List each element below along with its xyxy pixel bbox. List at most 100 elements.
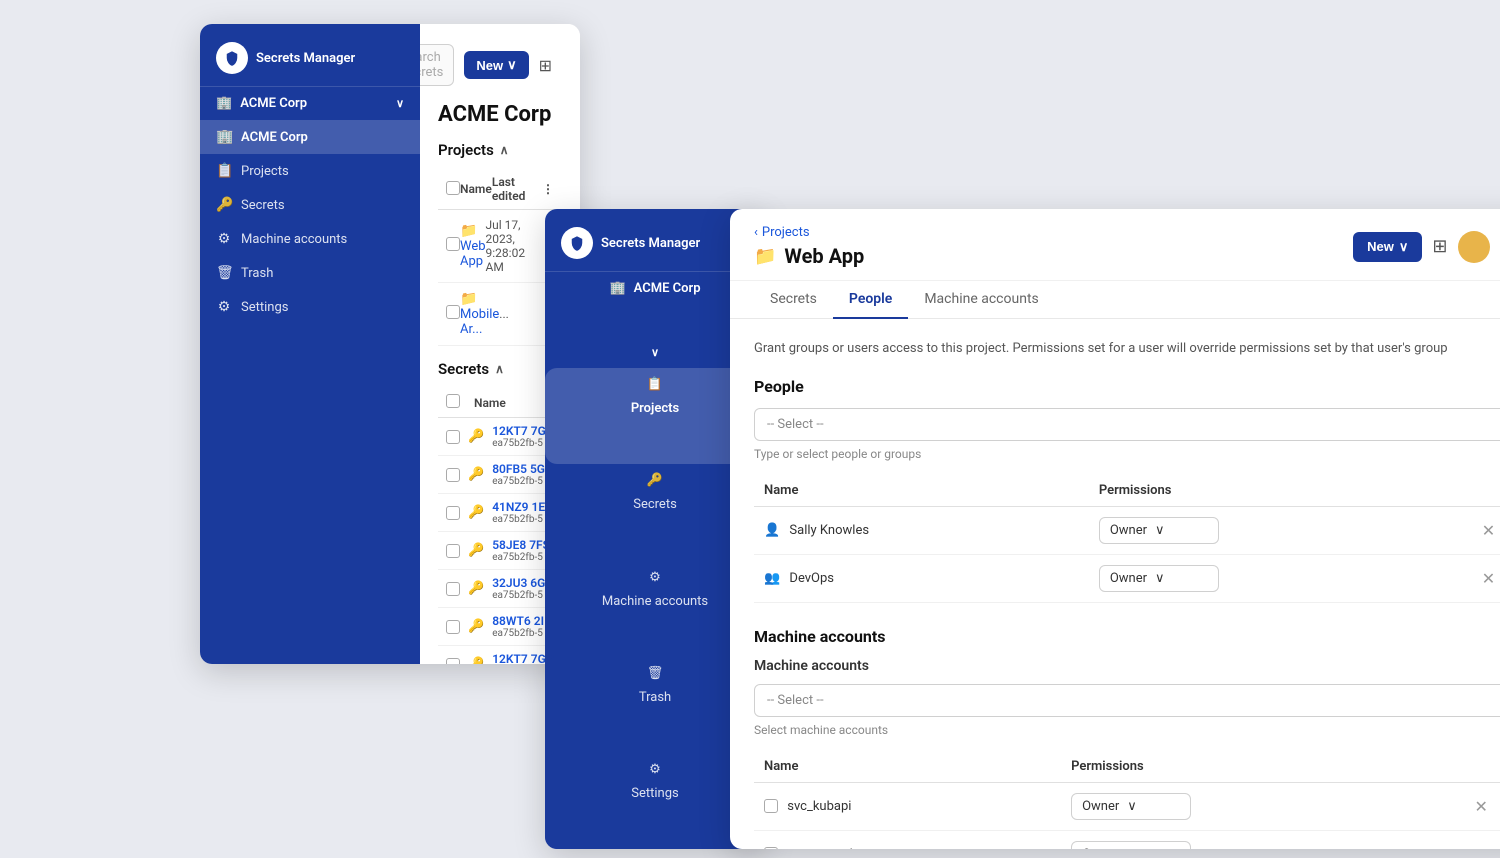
perm-select-kubapi[interactable]: Owner ∨ [1071,793,1191,820]
logo-text-mid: Secrets Manager [601,236,700,251]
acme-icon-mid: 🏢 [609,281,625,296]
sidebar-item-trash-back[interactable]: 🗑 Trash [200,256,420,290]
logo-area-back: Secrets Manager [200,24,420,87]
tab-secrets[interactable]: Secrets [754,281,833,319]
front-topbar-left: ‹ Projects 📁 Web App [754,225,864,268]
folder-icon-mobile: 📁 [460,291,477,307]
project-row-webapp[interactable]: 📁Web App Jul 17, 2023, 9:28:02 AM ⋮ [438,210,562,283]
people-name-sally: 👤 Sally Knowles [754,506,1089,554]
actions-col-header: ⋮ [542,182,554,196]
grid-icon-back[interactable]: ⊞ [539,56,552,75]
logo-text-back: Secrets Manager [256,51,355,66]
perm-select-gmeetl[interactable]: Owner ∨ [1071,841,1191,850]
secret-row-4[interactable]: 🔑58JE8 7FSea75b2fb-5 [438,532,562,570]
machine-row-kubapi: svc_kubapi Owner ∨ ✕ [754,782,1500,830]
new-button-front[interactable]: New ∨ [1353,232,1422,262]
machine-row-gmeetl: svc_gmeetl Owner ∨ ✕ [754,830,1500,849]
people-perm-devops: Owner ∨ [1089,554,1464,602]
machine-table: Name Permissions svc_kubapi [754,751,1500,850]
people-section-title: People [754,377,1500,396]
machine-perm-gmeetl: Owner ∨ [1061,830,1456,849]
page-title-back: ACME Corp [438,102,562,127]
nav-label-projects-mid: Projects [631,401,679,416]
remove-button-devops[interactable]: ✕ [1474,567,1500,590]
project-link-webapp[interactable]: Web App [460,239,486,269]
settings-nav-icon: ⚙ [216,299,232,315]
machine-name-gmeetl: svc_gmeetl [754,830,1061,849]
acme-nav-back[interactable]: 🏢 ACME Corp ∨ [200,87,420,120]
page-title-front: 📁 Web App [754,244,864,268]
machine-select[interactable]: -- Select -- ∨ [754,684,1500,717]
sidebar-back: Secrets Manager 🏢 ACME Corp ∨ 🏢 ACME Cor… [200,24,420,664]
machine-check-gmeetl[interactable] [764,847,778,849]
select-all-check-back[interactable] [446,181,460,195]
nav-label-machine: Machine accounts [241,232,347,247]
people-select-add-row: -- Select -- ∨ Add [754,408,1500,441]
key-icon-2: 🔑 [468,467,484,482]
chevron-down-perm-kubapi: ∨ [1127,799,1137,814]
select-placeholder-people: -- Select -- [767,417,824,432]
trash-icon-mid: 🗑 [647,666,664,681]
chevron-down-icon-back: ∨ [396,97,404,110]
people-table: Name Permissions 👤 Sally Knowles Own [754,475,1500,603]
search-box-back[interactable]: 🔍 Search secrets [420,44,454,86]
folder-title-icon: 📁 [754,246,776,267]
chevron-projects-icon: ∧ [500,143,509,157]
logo-shield-mid [561,227,593,259]
secret-row-7[interactable]: 🔑12KT7 7Gea75b2fb-5 [438,646,562,664]
edited-col-header: Last edited [492,175,542,203]
projects-nav-icon: 📋 [216,163,232,179]
people-select[interactable]: -- Select -- ∨ [754,408,1500,441]
tab-people[interactable]: People [833,281,908,319]
perm-select-devops[interactable]: Owner ∨ [1099,565,1219,592]
secret-row-6[interactable]: 🔑88WT6 2Iea75b2fb-5 [438,608,562,646]
back-card: Secrets Manager 🏢 ACME Corp ∨ 🏢 ACME Cor… [200,24,580,664]
secret-row-5[interactable]: 🔑32JU3 6Gea75b2fb-5 [438,570,562,608]
key-icon-1: 🔑 [468,429,484,444]
secret-row-2[interactable]: 🔑80FB5 5Gea75b2fb-5 [438,456,562,494]
people-hint-text: Type or select people or groups [754,447,1500,461]
project-link-mobile[interactable]: Mobile Ar... [460,307,499,337]
machine-check-kubapi[interactable] [764,799,778,813]
project-edited-mobile: ... [499,307,541,321]
new-button-back[interactable]: New ∨ [464,51,528,79]
trash-nav-icon: 🗑 [216,265,232,281]
machine-hint-text: Select machine accounts [754,723,1500,737]
sidebar-item-secrets-back[interactable]: 🔑 Secrets [200,188,420,222]
machine-section: Machine accounts Machine accounts -- Sel… [754,627,1500,850]
project-edited-webapp: Jul 17, 2023, 9:28:02 AM [486,218,541,274]
key-icon-7: 🔑 [468,657,484,664]
description-text: Grant groups or users access to this pro… [754,339,1500,359]
remove-button-gmeetl[interactable]: ✕ [1466,843,1495,850]
sidebar-item-settings-back[interactable]: ⚙ Settings [200,290,420,324]
people-perm-sally: Owner ∨ [1089,506,1464,554]
name-col-header: Name [460,182,492,196]
remove-button-sally[interactable]: ✕ [1474,519,1500,542]
secrets-section-back: Secrets ∧ Name 🔑12KT7 7Gea75b2fb-5 🔑80FB… [438,360,562,664]
breadcrumb[interactable]: ‹ Projects [754,225,864,240]
sidebar-item-acme-back[interactable]: 🏢 ACME Corp [200,120,420,154]
people-remove-sally: ✕ [1464,506,1500,554]
people-name-header: Name [754,475,1089,507]
perm-select-sally[interactable]: Owner ∨ [1099,517,1219,544]
chevron-left-icon: ‹ [754,225,758,240]
select-all-secrets-check[interactable] [446,394,460,408]
machine-nav-icon: ⚙ [216,231,232,247]
tab-machine-accounts[interactable]: Machine accounts [908,281,1054,319]
secret-row-1[interactable]: 🔑12KT7 7Gea75b2fb-5 [438,418,562,456]
people-perm-header: Permissions [1089,475,1464,507]
machine-perm-kubapi: Owner ∨ [1061,782,1456,830]
nav-label-machine-mid: Machine accounts [602,594,708,609]
grid-icon-front[interactable]: ⊞ [1432,236,1447,257]
project-row-mobile[interactable]: 📁Mobile Ar... ... ⋮ [438,283,562,346]
secret-row-3[interactable]: 🔑41NZ9 1Eea75b2fb-5 [438,494,562,532]
sidebar-item-machine-back[interactable]: ⚙ Machine accounts [200,222,420,256]
people-remove-devops: ✕ [1464,554,1500,602]
secrets-icon-mid: 🔑 [647,473,663,488]
secrets-name-col: Name [474,396,554,410]
key-icon-3: 🔑 [468,505,484,520]
sidebar-item-projects-back[interactable]: 📋 Projects [200,154,420,188]
secrets-table-header: Name [438,388,562,418]
projects-table-header: Name Last edited ⋮ [438,169,562,210]
remove-button-kubapi[interactable]: ✕ [1466,795,1495,818]
